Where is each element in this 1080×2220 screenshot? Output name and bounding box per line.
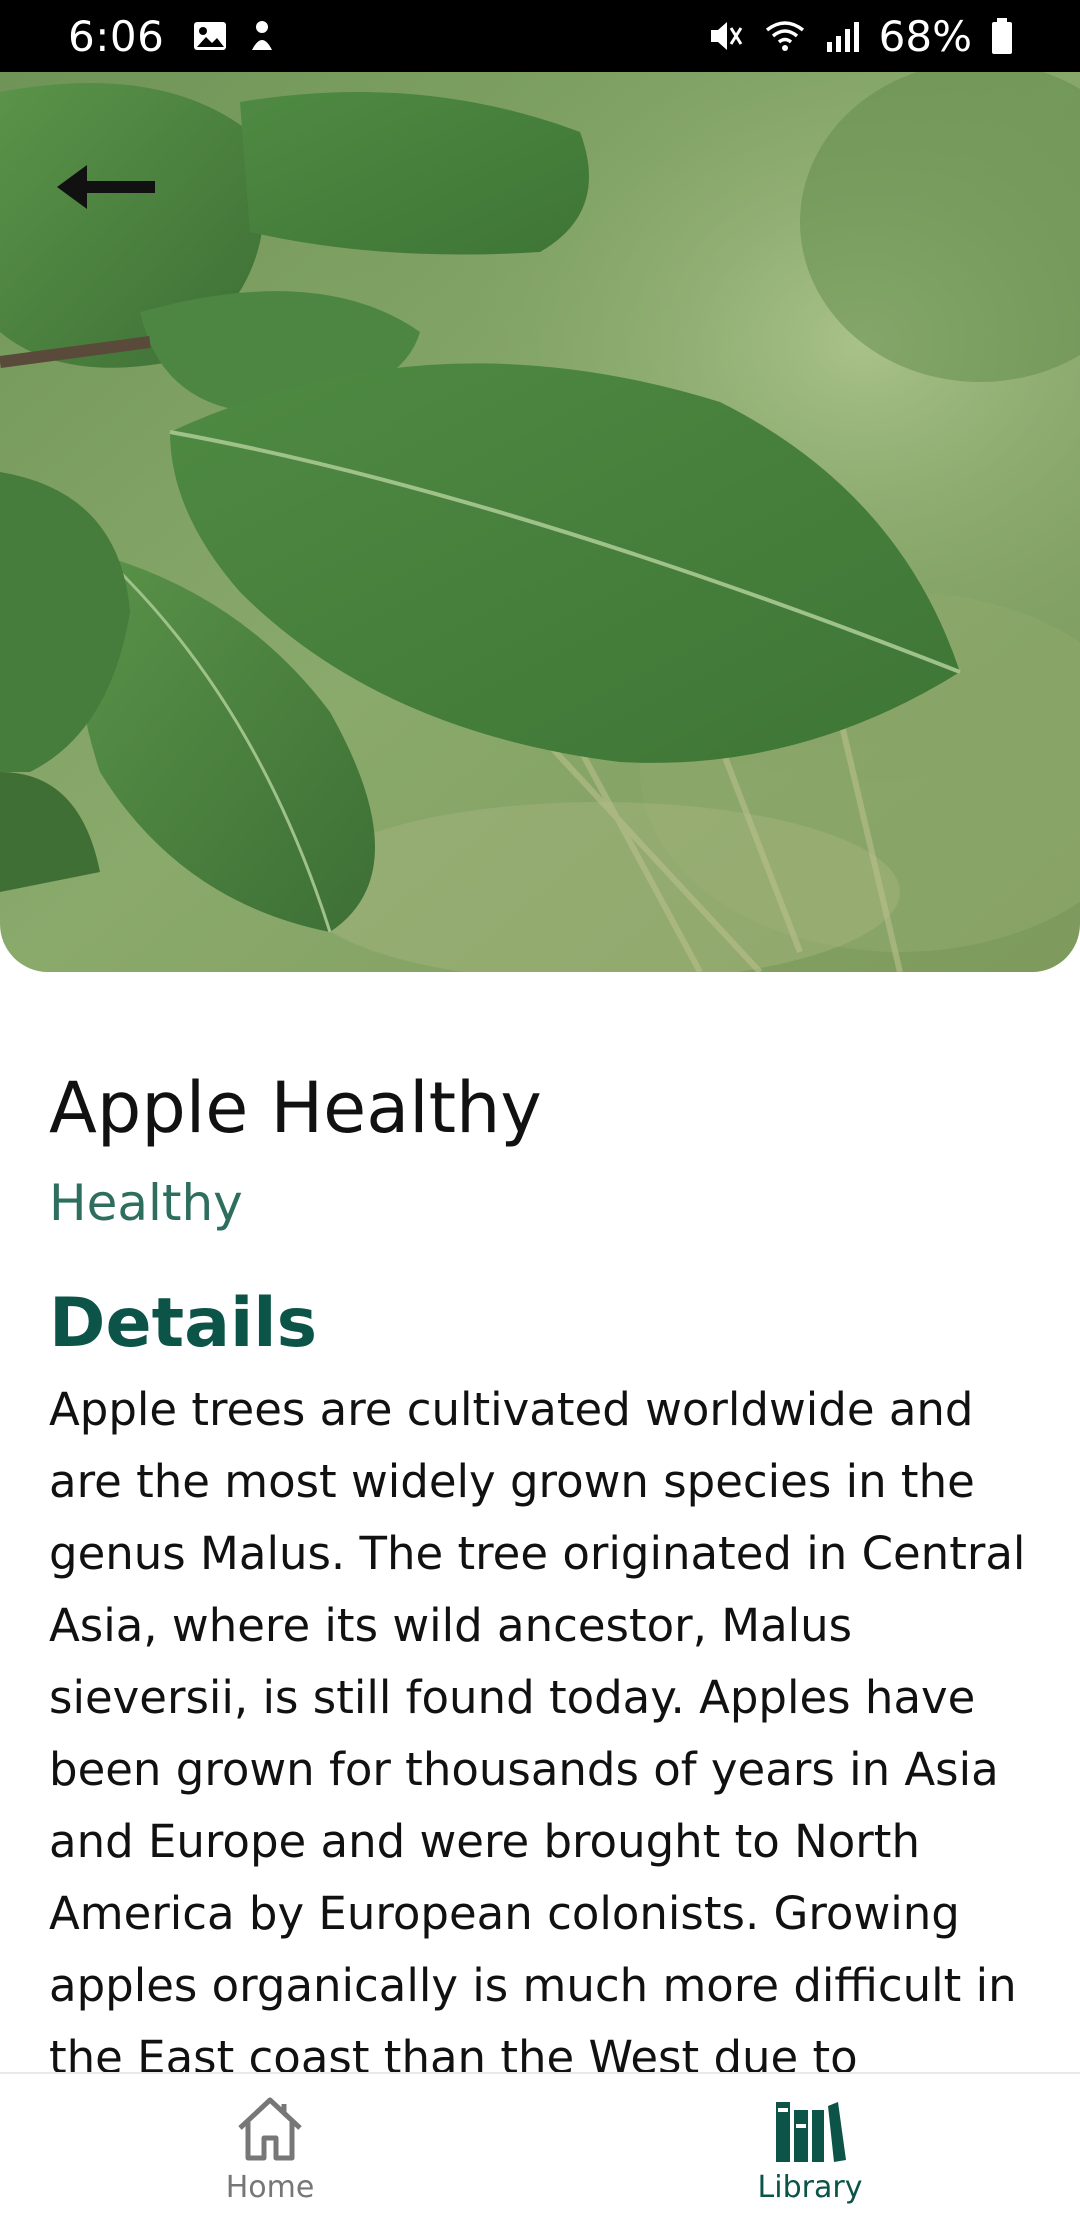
status-bar: 6:06 68% — [0, 0, 1080, 72]
plant-photo — [0, 72, 1080, 972]
plant-details: Apple Healthy Healthy Details Apple tree… — [49, 1060, 1039, 2080]
wifi-icon — [763, 16, 807, 56]
nav-label-home: Home — [225, 2170, 315, 2205]
image-icon — [192, 16, 228, 56]
signal-icon — [825, 16, 861, 56]
details-heading: Details — [49, 1284, 318, 1363]
status-time: 6:06 — [68, 11, 165, 61]
status-left: 6:06 — [68, 12, 278, 61]
status-right: 68% — [707, 12, 1014, 61]
battery-percent: 68% — [878, 11, 972, 61]
battery-icon — [990, 16, 1014, 56]
notification-icon — [246, 16, 278, 56]
bottom-nav: Home Library — [0, 2072, 1080, 2220]
page-title: Apple Healthy — [49, 1067, 542, 1149]
back-button[interactable] — [46, 142, 166, 232]
nav-item-library[interactable]: Library — [540, 2074, 1080, 2220]
mute-icon — [707, 16, 745, 56]
home-icon — [238, 2097, 302, 2161]
details-text: Apple trees are cultivated worldwide and… — [49, 1383, 1026, 2080]
plant-status: Healthy — [49, 1174, 243, 1232]
nav-item-home[interactable]: Home — [0, 2074, 540, 2220]
library-icon — [776, 2102, 846, 2162]
nav-label-library: Library — [757, 2170, 863, 2205]
arrow-left-icon — [57, 165, 155, 209]
